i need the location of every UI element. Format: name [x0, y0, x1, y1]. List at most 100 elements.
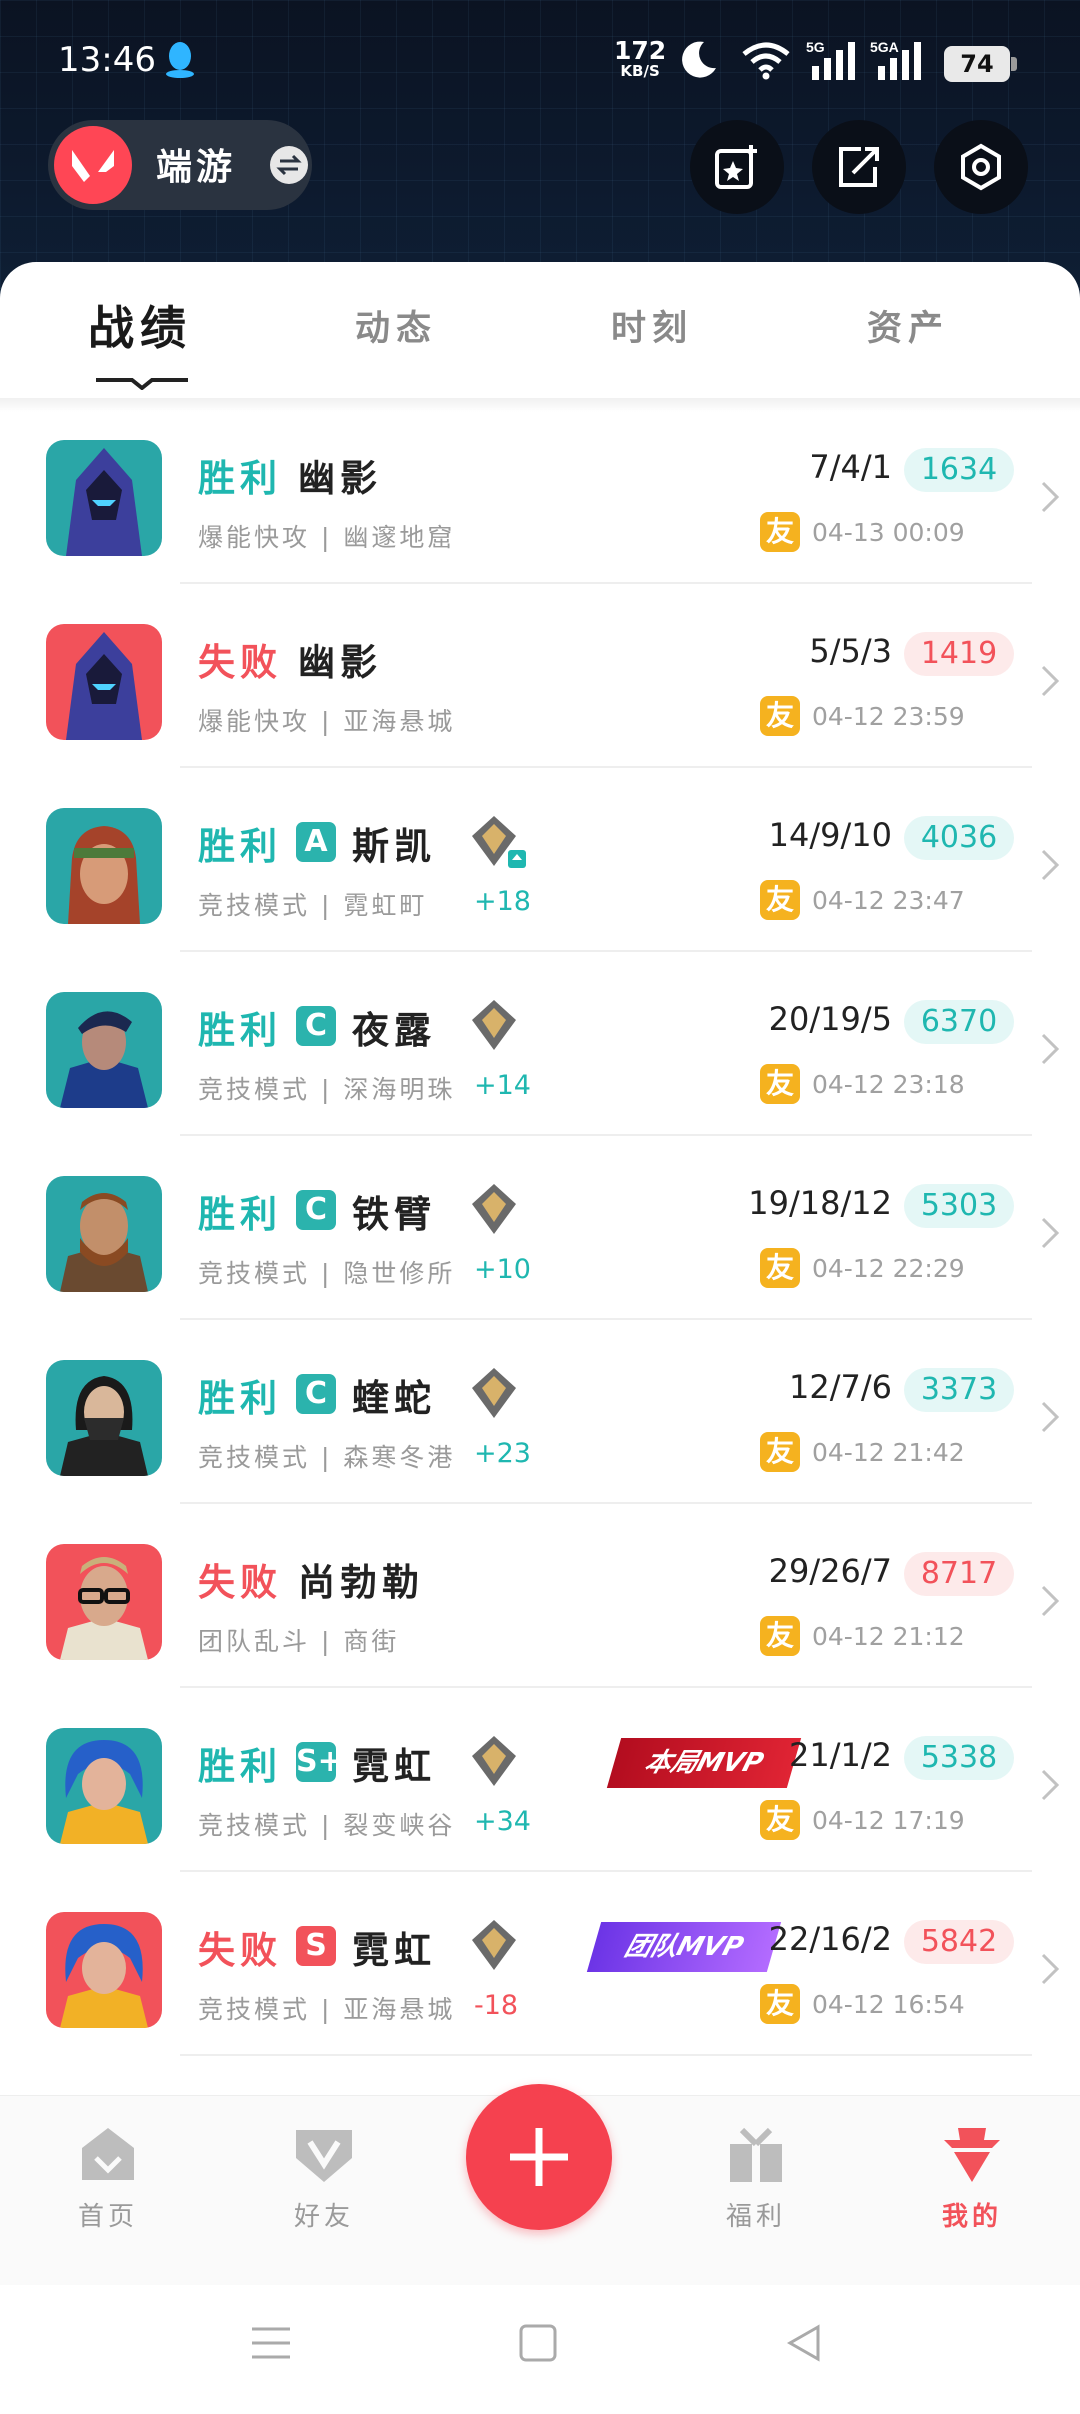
match-score: 1634 — [904, 448, 1014, 492]
match-row[interactable]: 胜利 幽影 爆能快攻 | 幽邃地窟 7/4/1 1634 友 04-13 00:… — [0, 400, 1080, 584]
match-mode: 竞技模式 — [198, 1075, 311, 1104]
chevron-right-icon — [1041, 1033, 1060, 1065]
match-meta: 竞技模式 | 深海明珠 — [198, 1075, 456, 1104]
match-map: 深海明珠 — [343, 1075, 456, 1104]
settings-button[interactable] — [934, 120, 1028, 214]
nav-home[interactable]: 首页 — [48, 2124, 168, 2233]
match-meta: 竞技模式 | 森寒冬港 — [198, 1443, 456, 1472]
chevron-right-icon — [1041, 1217, 1060, 1249]
match-mode: 竞技模式 — [198, 1811, 311, 1840]
rank-change: +34 — [474, 1806, 531, 1837]
friend-badge: 友 — [760, 1064, 800, 1104]
agent-avatar — [46, 440, 162, 556]
settings-hex-icon — [961, 143, 1001, 191]
friend-badge: 友 — [760, 1984, 800, 2024]
match-mode: 竞技模式 — [198, 891, 311, 920]
nav-label: 好友 — [293, 2202, 354, 2232]
match-score: 3373 — [904, 1368, 1014, 1412]
rank-diamond-icon — [472, 1368, 516, 1418]
game-logo-icon — [54, 126, 132, 204]
match-result: 失败 — [198, 1929, 282, 1972]
mvp-badge: 本局MVP — [606, 1738, 802, 1788]
tier-badge: C — [296, 1190, 336, 1230]
agent-name: 霓虹 — [352, 1929, 436, 1972]
match-row[interactable]: 胜利 C 蝰蛇 +23 竞技模式 | 森寒冬港 12/7/6 3373 友 04… — [0, 1320, 1080, 1504]
system-nav-bar — [0, 2285, 1080, 2414]
status-bar: 13:46 172 KB/S 5G 5GA 74 — [0, 0, 1080, 120]
match-score: 6370 — [904, 1000, 1014, 1044]
net-speed-unit: KB/S — [620, 62, 660, 80]
home-square-icon[interactable] — [518, 2323, 558, 2363]
chevron-right-icon — [1041, 665, 1060, 697]
rank-diamond-icon — [472, 816, 526, 868]
match-row[interactable]: 失败 幽影 爆能快攻 | 亚海悬城 5/5/3 1419 友 04-12 23:… — [0, 584, 1080, 768]
match-kda: 19/18/12 — [748, 1184, 892, 1222]
match-date: 04-12 16:54 — [812, 1990, 965, 2019]
chevron-right-icon — [1041, 481, 1060, 513]
chevron-right-icon — [1041, 1953, 1060, 1985]
agent-avatar — [46, 1360, 162, 1476]
tab-assets[interactable]: 资产 — [867, 300, 949, 351]
agent-avatar — [46, 1176, 162, 1292]
tab-records[interactable]: 战绩 — [88, 292, 192, 358]
match-map: 霓虹町 — [343, 891, 428, 920]
agent-name: 斯凯 — [352, 825, 436, 868]
battery-indicator: 74 — [944, 46, 1017, 82]
rank-diamond-icon — [472, 1000, 516, 1050]
match-result: 失败 — [198, 1561, 282, 1604]
match-result: 胜利 — [198, 1193, 282, 1236]
nav-label: 我的 — [941, 2202, 1002, 2232]
nav-friends[interactable]: 好友 — [264, 2124, 384, 2233]
nav-welfare[interactable]: 福利 — [696, 2124, 816, 2233]
agent-avatar — [46, 992, 162, 1108]
match-row[interactable]: 胜利 S+ 霓虹 +34 本局MVP 竞技模式 | 裂变峡谷 21/1/2 53… — [0, 1688, 1080, 1872]
match-meta: 竞技模式 | 霓虹町 — [198, 891, 428, 920]
game-switcher[interactable]: 端游 — [48, 120, 312, 210]
add-post-button[interactable] — [690, 120, 784, 214]
match-mode: 竞技模式 — [198, 1259, 311, 1288]
match-date: 04-12 23:59 — [812, 702, 965, 731]
match-kda: 5/5/3 — [809, 632, 892, 670]
add-button[interactable] — [466, 2084, 612, 2230]
match-kda: 7/4/1 — [809, 448, 892, 486]
match-meta: 爆能快攻 | 亚海悬城 — [198, 707, 456, 736]
rank-diamond-icon — [472, 1736, 516, 1786]
tab-moments[interactable]: 时刻 — [611, 300, 693, 351]
agent-name: 铁臂 — [352, 1193, 436, 1236]
net-speed: 172 KB/S — [614, 38, 666, 82]
nav-me[interactable]: 我的 — [912, 2124, 1032, 2233]
chevron-right-icon — [1041, 849, 1060, 881]
match-row[interactable]: 失败 尚勃勒 团队乱斗 | 商街 29/26/7 8717 友 04-12 21… — [0, 1504, 1080, 1688]
rank-change: +10 — [474, 1254, 531, 1285]
match-date: 04-12 23:47 — [812, 886, 965, 915]
match-row[interactable]: 失败 S 霓虹 -18 团队MVP 竞技模式 | 亚海悬城 22/16/2 58… — [0, 1872, 1080, 2056]
match-score: 5338 — [904, 1736, 1014, 1780]
menu-icon[interactable] — [250, 2323, 292, 2363]
share-icon — [839, 147, 879, 187]
tier-badge: A — [296, 822, 336, 862]
agent-name: 蝰蛇 — [352, 1377, 436, 1420]
agent-name: 幽影 — [298, 457, 382, 500]
match-row[interactable]: 胜利 A 斯凯 +18 竞技模式 | 霓虹町 14/9/10 4036 友 04… — [0, 768, 1080, 952]
agent-avatar — [46, 808, 162, 924]
agent-avatar — [46, 1912, 162, 2028]
match-row[interactable]: 胜利 C 夜露 +14 竞技模式 | 深海明珠 20/19/5 6370 友 0… — [0, 952, 1080, 1136]
agent-name: 霓虹 — [352, 1745, 436, 1788]
sim1-label: 5G — [806, 39, 825, 55]
match-mode: 爆能快攻 — [198, 523, 311, 552]
tab-bar: 战绩 动态 时刻 资产 — [0, 262, 1080, 398]
back-icon[interactable] — [784, 2323, 824, 2363]
match-map: 商街 — [343, 1627, 400, 1656]
status-time: 13:46 — [58, 40, 156, 80]
agent-name: 幽影 — [298, 641, 382, 684]
match-date: 04-13 00:09 — [812, 518, 965, 547]
match-result: 胜利 — [198, 457, 282, 500]
share-button[interactable] — [812, 120, 906, 214]
match-row[interactable]: 胜利 C 铁臂 +10 竞技模式 | 隐世修所 19/18/12 5303 友 … — [0, 1136, 1080, 1320]
agent-avatar — [46, 1728, 162, 1844]
match-kda: 20/19/5 — [768, 1000, 892, 1038]
friend-badge: 友 — [760, 1432, 800, 1472]
match-result: 胜利 — [198, 1009, 282, 1052]
match-result: 失败 — [198, 641, 282, 684]
tab-feed[interactable]: 动态 — [355, 300, 437, 351]
